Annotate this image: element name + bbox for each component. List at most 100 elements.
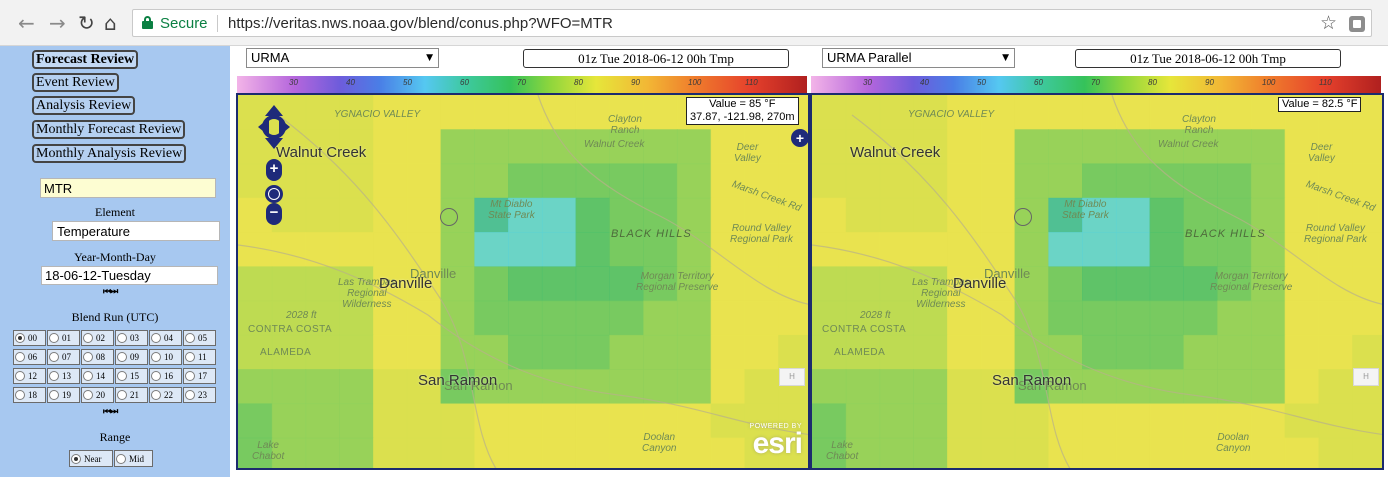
blend-run-radio[interactable]	[117, 371, 127, 381]
blend-run-option[interactable]: 05	[183, 330, 216, 346]
blend-run-radio[interactable]	[185, 390, 195, 400]
blend-run-option[interactable]: 21	[115, 387, 148, 403]
nav-event-review[interactable]: Event Review	[32, 73, 119, 92]
range-mid[interactable]: Mid	[114, 450, 153, 467]
run-skip-icon[interactable]: ⏮⏭	[103, 407, 118, 417]
left-model-select[interactable]: URMA ▼	[246, 48, 439, 68]
blend-run-radio[interactable]	[15, 390, 25, 400]
blend-run-option[interactable]: 03	[115, 330, 148, 346]
left-expand-plus-icon[interactable]: +	[791, 129, 808, 147]
wfo-input[interactable]: MTR	[40, 178, 216, 198]
zoom-out-icon[interactable]: −	[266, 203, 282, 225]
blend-run-radio[interactable]	[151, 352, 161, 362]
blend-run-option[interactable]: 12	[13, 368, 46, 384]
pan-arrows-icon[interactable]	[256, 103, 292, 151]
range-mid-radio[interactable]	[116, 453, 126, 464]
secure-label: Secure	[160, 15, 208, 32]
blend-run-radio[interactable]	[83, 390, 93, 400]
blend-run-option[interactable]: 10	[149, 349, 182, 365]
map-grid-cell	[1183, 369, 1218, 405]
nav-monthly-forecast-review[interactable]: Monthly Forecast Review	[32, 120, 186, 139]
blend-run-radio[interactable]	[49, 333, 59, 343]
home-icon[interactable]: ⌂	[104, 13, 117, 33]
blend-run-option[interactable]: 23	[183, 387, 216, 403]
blend-run-radio[interactable]	[117, 390, 127, 400]
blend-run-option[interactable]: 06	[13, 349, 46, 365]
blend-run-option[interactable]: 22	[149, 387, 182, 403]
colorbar-tick-label: 110	[1319, 78, 1332, 87]
map-label-mt-diablo: Mt Diablo State Park	[1062, 199, 1109, 221]
map-grid-cell	[812, 95, 847, 130]
map-grid-cell	[609, 300, 644, 336]
blend-run-radio[interactable]	[151, 371, 161, 381]
forward-icon[interactable]: →	[49, 13, 66, 33]
nav-monthly-analysis-review[interactable]: Monthly Analysis Review	[32, 144, 187, 163]
url-text[interactable]: https://veritas.nws.noaa.gov/blend/conus…	[228, 15, 613, 32]
blend-run-radio[interactable]	[83, 371, 93, 381]
blend-run-option[interactable]: 11	[183, 349, 216, 365]
map-grid-cell	[676, 334, 712, 370]
blend-run-radio[interactable]	[185, 352, 195, 362]
blend-run-radio[interactable]	[49, 352, 59, 362]
bookmark-star-icon[interactable]: ☆	[1320, 12, 1337, 34]
map-label-danville: Danville	[953, 275, 1007, 292]
blend-run-label: 11	[198, 352, 207, 362]
blend-run-option[interactable]: 00	[13, 330, 46, 346]
date-input[interactable]: 18-06-12-Tuesday	[41, 266, 218, 285]
range-near[interactable]: Near	[69, 450, 113, 467]
right-h-button[interactable]: H	[1353, 368, 1379, 386]
blend-run-option[interactable]: 02	[81, 330, 114, 346]
blend-run-option[interactable]: 15	[115, 368, 148, 384]
blend-run-radio[interactable]	[83, 333, 93, 343]
blend-run-radio[interactable]	[83, 352, 93, 362]
map-grid-cell	[609, 437, 644, 468]
blend-run-radio[interactable]	[117, 352, 127, 362]
blend-run-option[interactable]: 13	[47, 368, 80, 384]
blend-run-option[interactable]: 16	[149, 368, 182, 384]
blend-run-option[interactable]: 14	[81, 368, 114, 384]
blend-run-option[interactable]: 18	[13, 387, 46, 403]
map-grid-cell	[1250, 334, 1286, 370]
blend-run-option[interactable]: 20	[81, 387, 114, 403]
blend-run-radio[interactable]	[49, 390, 59, 400]
back-icon[interactable]: ←	[18, 13, 35, 33]
blend-run-option[interactable]: 04	[149, 330, 182, 346]
blend-run-option[interactable]: 09	[115, 349, 148, 365]
blend-run-radio[interactable]	[185, 333, 195, 343]
right-map[interactable]: YGNACIO VALLEY Walnut Creek Walnut Creek…	[810, 93, 1384, 470]
left-h-button[interactable]: H	[779, 368, 805, 386]
blend-run-option[interactable]: 01	[47, 330, 80, 346]
address-bar[interactable]: Secure https://veritas.nws.noaa.gov/blen…	[132, 9, 1372, 37]
blend-run-option[interactable]: 19	[47, 387, 80, 403]
blend-run-radio[interactable]	[15, 371, 25, 381]
right-model-select[interactable]: URMA Parallel ▼	[822, 48, 1015, 68]
map-grid-cell	[812, 129, 847, 165]
blend-run-radio[interactable]	[117, 333, 127, 343]
map-grid-cell	[1352, 300, 1382, 336]
blend-run-radio[interactable]	[15, 352, 25, 362]
nav-forecast-review[interactable]: Forecast Review	[32, 50, 139, 69]
blend-run-option[interactable]: 07	[47, 349, 80, 365]
globe-icon[interactable]	[265, 185, 283, 203]
map-grid-cell	[1183, 334, 1218, 370]
blend-run-option[interactable]: 08	[81, 349, 114, 365]
left-map[interactable]: YGNACIO VALLEY Walnut Creek Walnut Creek…	[236, 93, 810, 470]
map-grid-cell	[575, 197, 610, 233]
zoom-in-icon[interactable]: +	[266, 159, 282, 181]
date-skip-icon[interactable]: ⏮⏭	[103, 287, 118, 297]
extension-icon[interactable]	[1349, 16, 1365, 32]
blend-run-radio[interactable]	[151, 390, 161, 400]
blend-run-radio[interactable]	[15, 333, 25, 343]
reload-icon[interactable]: ↻	[78, 13, 95, 33]
blend-run-radio[interactable]	[185, 371, 195, 381]
nav-analysis-review[interactable]: Analysis Review	[32, 96, 136, 115]
map-grid-cell	[845, 163, 881, 199]
left-value-text: Value = 85 °F	[709, 98, 776, 110]
blend-run-option[interactable]: 17	[183, 368, 216, 384]
range-near-radio[interactable]	[71, 453, 81, 464]
lock-icon	[142, 16, 153, 29]
map-grid-cell	[980, 232, 1016, 267]
blend-run-radio[interactable]	[49, 371, 59, 381]
blend-run-radio[interactable]	[151, 333, 161, 343]
element-select[interactable]: Temperature	[52, 221, 220, 241]
